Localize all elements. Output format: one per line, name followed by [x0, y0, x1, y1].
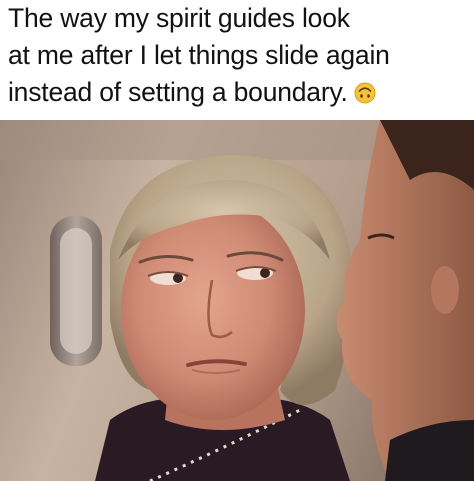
caption-line-3: instead of setting a boundary. [8, 77, 348, 107]
caption-line-1: The way my spirit guides look [8, 3, 350, 33]
caption-line-2: at me after I let things slide again [8, 40, 390, 70]
upside-down-smiling-face-icon [354, 82, 376, 104]
meme-caption: The way my spirit guides look at me afte… [8, 0, 470, 120]
meme-post: The way my spirit guides look at me afte… [0, 0, 474, 481]
meme-photo [0, 120, 474, 481]
